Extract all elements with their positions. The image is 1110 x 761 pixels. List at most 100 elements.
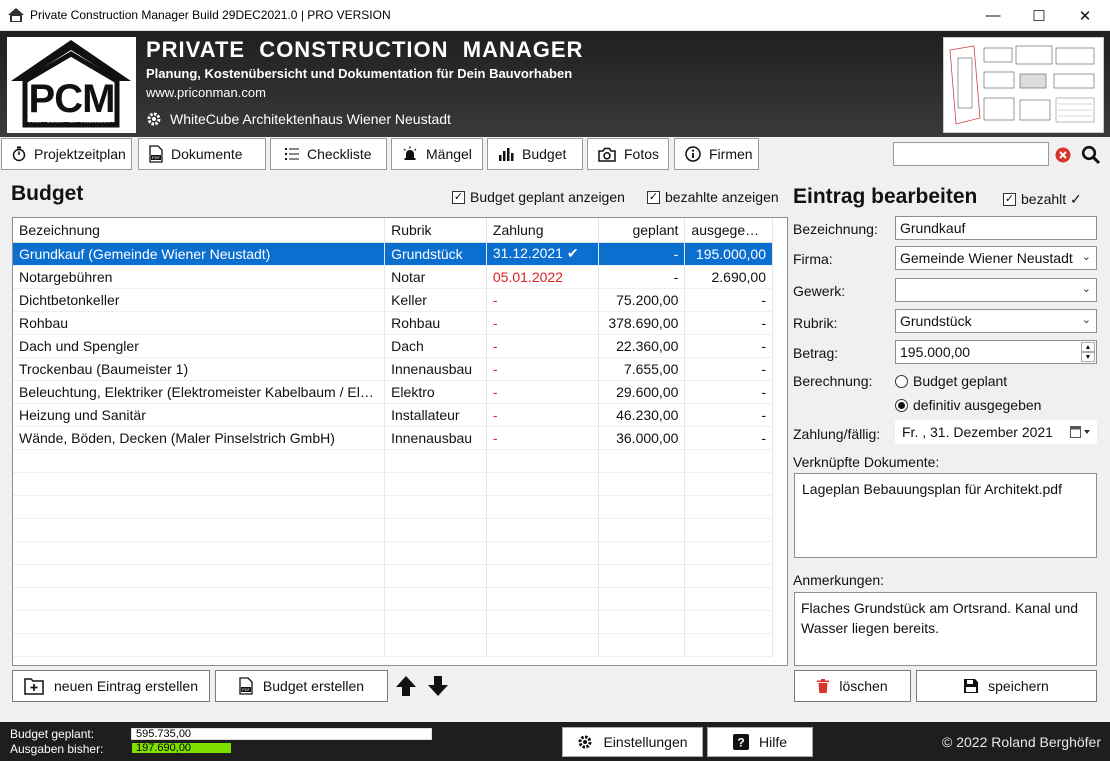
button-label: Budget erstellen: [262, 678, 365, 694]
cell-geplant: 75.200,00: [598, 288, 686, 312]
gewerk-select[interactable]: ⌄: [895, 278, 1097, 302]
bezeichnung-label: Bezeichnung:: [793, 221, 878, 237]
empty-cell: [684, 449, 773, 473]
toolbar-budget-button[interactable]: Budget: [487, 138, 583, 170]
toolbar-label: Dokumente: [171, 146, 243, 162]
button-label: Hilfe: [758, 734, 787, 750]
settings-button[interactable]: Einstellungen: [562, 727, 703, 757]
table-row[interactable]: Trockenbau (Baumeister 1) Innenausbau - 7.6…: [13, 357, 773, 381]
help-button[interactable]: ? Hilfe: [707, 727, 813, 757]
radio-dot: [895, 374, 908, 388]
project-plan-thumbnail[interactable]: [943, 37, 1104, 133]
linked-docs-list[interactable]: Lageplan Bebauungsplan für Architekt.pdf: [794, 473, 1097, 558]
cell-geplant: 29.600,00: [598, 380, 686, 404]
cell-rubrik: Innenausbau: [384, 357, 487, 381]
empty-row: [13, 518, 773, 542]
show-planned-checkbox[interactable]: ✓ Budget geplant anzeigen: [452, 189, 625, 205]
toolbar-label: Mängel: [426, 146, 472, 162]
notes-label: Anmerkungen:: [793, 572, 885, 588]
radio-definitely-spent[interactable]: definitiv ausgegeben: [895, 397, 1041, 413]
toolbar-firmen-button[interactable]: Firmen: [674, 138, 759, 170]
app-house-icon: [8, 8, 24, 22]
geplant-value: 36.000,00: [616, 429, 679, 446]
toolbar-fotos-button[interactable]: Fotos: [587, 138, 669, 170]
betrag-stepper[interactable]: 195.000,00 ▲ ▼: [895, 340, 1097, 364]
table-row[interactable]: Grundkauf (Gemeinde Wiener Neustadt) Grun…: [13, 242, 773, 266]
table-row[interactable]: Dichtbetonkeller Keller - 75.200,00 -: [13, 288, 773, 312]
cell-rubrik: Dach: [384, 334, 487, 358]
increment-icon[interactable]: ▲: [1081, 342, 1095, 352]
save-button[interactable]: speichern: [916, 670, 1097, 702]
firma-select[interactable]: Gemeinde Wiener Neustadt ⌄: [895, 246, 1097, 270]
table-row[interactable]: Notargebühren Notar 05.01.2022 - 2.690,00: [13, 265, 773, 289]
zahlung-value: -: [492, 337, 498, 354]
geplant-value: -: [673, 268, 679, 285]
zahlung-datepicker[interactable]: Fr. , 31. Dezember 2021: [895, 420, 1097, 444]
show-paid-checkbox[interactable]: ✓ bezahlte anzeigen: [647, 189, 779, 205]
cell-ausgegeben: -: [684, 426, 773, 450]
empty-cell: [384, 495, 487, 519]
project-selector[interactable]: WhiteCube Architektenhaus Wiener Neustad…: [146, 111, 451, 127]
rubrik-select[interactable]: Grundstück ⌄: [895, 309, 1097, 333]
bezeichnung-value: Dichtbetonkeller: [19, 291, 120, 308]
notes-textarea[interactable]: Flaches Grundstück am Ortsrand. Kanal un…: [794, 592, 1097, 666]
toolbar-maengel-button[interactable]: Mängel: [391, 138, 483, 170]
column-header-rubrik[interactable]: Rubrik: [384, 218, 487, 243]
minimize-button[interactable]: —: [970, 0, 1016, 31]
list-icon: [285, 148, 299, 160]
delete-button[interactable]: löschen: [794, 670, 911, 702]
spent-value: 197.690,00: [136, 742, 192, 754]
close-icon: ✕: [1078, 7, 1092, 25]
new-entry-button[interactable]: neuen Eintrag erstellen: [12, 670, 210, 702]
cell-geplant: -: [598, 242, 686, 266]
table-row[interactable]: Beleuchtung, Elektriker (Elektromeister …: [13, 380, 773, 404]
column-header-geplant[interactable]: geplant: [598, 218, 686, 243]
button-label: Einstellungen: [603, 734, 688, 750]
search-icon[interactable]: [1081, 145, 1101, 165]
paid-checkbox[interactable]: ✓ bezahlt ✓: [1003, 191, 1082, 208]
column-header-zahlung[interactable]: Zahlung: [486, 218, 599, 243]
empty-cell: [13, 472, 386, 496]
alarm-icon: [403, 146, 417, 160]
search-input[interactable]: [893, 142, 1049, 166]
table-row[interactable]: Rohbau Rohbau - 378.690,00 -: [13, 311, 773, 335]
column-header-ausgegeben[interactable]: ausgegeben: [684, 218, 773, 243]
create-budget-button[interactable]: PDF Budget erstellen: [215, 670, 388, 702]
pdf-icon: PDF: [239, 677, 253, 695]
list-item[interactable]: Lageplan Bebauungsplan für Architekt.pdf: [802, 479, 1090, 499]
maximize-button[interactable]: ☐: [1016, 0, 1062, 31]
cell-rubrik: Grundstück: [384, 242, 487, 266]
ausgegeben-value: -: [761, 337, 766, 354]
cell-rubrik: Notar: [384, 265, 487, 289]
svg-text:PDF: PDF: [242, 687, 251, 692]
bezeichnung-field[interactable]: Grundkauf: [895, 216, 1097, 240]
empty-cell: [384, 564, 487, 588]
radio-budget-planned[interactable]: Budget geplant: [895, 373, 1007, 389]
close-window-button[interactable]: ✕: [1062, 0, 1108, 31]
clear-search-icon[interactable]: [1055, 147, 1071, 163]
budget-table[interactable]: Bezeichnung Rubrik Zahlung geplant ausge…: [12, 217, 788, 666]
cell-ausgegeben: -: [684, 403, 773, 427]
edit-title: Eintrag bearbeiten: [793, 185, 978, 208]
toolbar-dokumente-button[interactable]: PDF Dokumente: [138, 138, 266, 170]
empty-cell: [13, 518, 386, 542]
column-header-bezeichnung[interactable]: Bezeichnung: [13, 218, 386, 243]
toolbar-projektzeitplan-button[interactable]: Projektzeitplan: [1, 138, 132, 170]
table-row[interactable]: Wände, Böden, Decken (Maler Pinselstrich…: [13, 426, 773, 450]
decrement-icon[interactable]: ▼: [1081, 352, 1095, 362]
table-row[interactable]: Heizung und Sanitär Installateur - 46.230,0…: [13, 403, 773, 427]
cell-ausgegeben: -: [684, 334, 773, 358]
ausgegeben-value: -: [761, 429, 766, 446]
move-up-arrow-icon[interactable]: [395, 675, 417, 697]
title-bar: Private Construction Manager Build 29DEC…: [0, 0, 1110, 31]
add-folder-icon: [24, 678, 44, 695]
move-down-arrow-icon[interactable]: [427, 675, 449, 697]
spent-budget-meter: 197.690,00: [131, 742, 432, 754]
table-row[interactable]: Dach und Spengler Dach - 22.360,00 -: [13, 334, 773, 358]
budget-title: Budget: [11, 182, 84, 205]
empty-cell: [684, 472, 773, 496]
bezeichnung-value: Notargebühren: [19, 268, 113, 285]
toolbar-checkliste-button[interactable]: Checkliste: [270, 138, 387, 170]
website-link[interactable]: www.priconman.com: [146, 85, 266, 100]
bezeichnung-value: Trockenbau (Baumeister 1): [19, 360, 189, 377]
